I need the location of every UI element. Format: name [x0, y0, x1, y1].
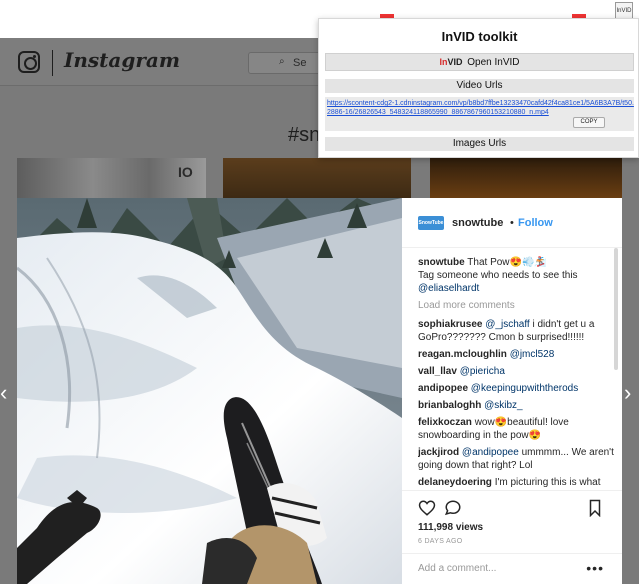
video-urls-header: Video Urls — [325, 79, 634, 93]
search-input[interactable]: ⌕ Se — [248, 52, 326, 74]
comment-username[interactable]: andipopee — [418, 383, 468, 394]
caption-text: That Pow😍💨🏂 — [467, 257, 547, 268]
comment-icon[interactable] — [444, 499, 462, 517]
list-item: reagan.mcloughlin @jmcl528 — [418, 348, 614, 361]
comment-username[interactable]: delaneydoering — [418, 477, 492, 488]
view-count[interactable]: 111,998 views — [418, 522, 483, 533]
bookmark-icon[interactable] — [588, 499, 602, 517]
comment-mention[interactable]: @piericha — [460, 366, 505, 377]
list-item: felixkoczan wow😍beautiful! love snowboar… — [418, 416, 614, 442]
comment-mention[interactable]: @keepingupwiththerods — [471, 383, 578, 394]
comment-username[interactable]: brianbaloghh — [418, 400, 481, 411]
comment-username[interactable]: snowtube — [418, 257, 465, 268]
open-invid-label: Open InVID — [467, 57, 520, 68]
next-post-arrow[interactable]: › — [624, 380, 631, 406]
invid-popup: InVID toolkit InVID Open InVID Video Url… — [318, 18, 639, 158]
post-actions: 111,998 views 6 DAYS AGO Add a comment..… — [402, 490, 622, 584]
comment-mention[interactable]: @skibz_ — [484, 400, 523, 411]
add-comment-placeholder: Add a comment... — [418, 563, 497, 574]
list-item: jackjirod @andipopee ummmm... We aren't … — [418, 446, 614, 472]
search-placeholder: Se — [293, 57, 307, 69]
comment-mention[interactable]: @andipopee — [462, 447, 519, 458]
separator-dot: • — [510, 217, 514, 229]
previous-post-arrow[interactable]: ‹ — [0, 380, 7, 406]
comment-mention[interactable]: @jmcl528 — [510, 349, 555, 360]
grid-thumbnail[interactable] — [430, 158, 622, 198]
comments-list: snowtube That Pow😍💨🏂 Tag someone who nee… — [418, 256, 614, 488]
video-url-box: https://scontent-cdg2-1.cdninstagram.com… — [325, 97, 634, 131]
comment-username[interactable]: vall_llav — [418, 366, 457, 377]
post-date[interactable]: 6 DAYS AGO — [418, 538, 463, 545]
avatar[interactable]: SnowTube — [418, 216, 444, 230]
heart-icon[interactable] — [418, 499, 436, 517]
instagram-camera-icon[interactable] — [18, 51, 40, 73]
comment-username[interactable]: jackjirod — [418, 447, 459, 458]
images-urls-header: Images Urls — [325, 137, 634, 151]
post-username-link[interactable]: snowtube — [452, 217, 503, 229]
caption-mention[interactable]: @eliaselhardt — [418, 283, 479, 294]
invid-logo-icon: InVID — [439, 57, 463, 67]
list-item: vall_llav @piericha — [418, 365, 614, 378]
more-options-icon[interactable]: ••• — [586, 560, 604, 576]
comment-username[interactable]: reagan.mcloughlin — [418, 349, 507, 360]
comment-username[interactable]: felixkoczan — [418, 417, 472, 428]
open-invid-button[interactable]: InVID Open InVID — [325, 53, 634, 71]
post-header: SnowTube snowtube • Follow — [402, 198, 622, 248]
load-more-comments-link[interactable]: Load more comments — [418, 299, 614, 312]
copy-button[interactable]: COPY — [573, 117, 605, 128]
add-comment-field[interactable]: Add a comment... ••• — [402, 553, 622, 584]
post-video[interactable] — [17, 198, 402, 584]
post-details-panel: SnowTube snowtube • Follow snowtube That… — [402, 198, 622, 584]
list-item: sophiakrusee @_jschaff i didn't get u a … — [418, 318, 614, 344]
hashtag-title: #sn — [288, 124, 321, 146]
comments-scrollbar[interactable] — [614, 248, 618, 370]
caption-text-line2: Tag someone who needs to see this — [418, 270, 578, 281]
list-item: brianbaloghh @skibz_ — [418, 399, 614, 412]
list-item: andipopee @keepingupwiththerods — [418, 382, 614, 395]
snowboard-scene-image — [17, 198, 402, 584]
list-item: delaneydoering I'm picturing this is wha… — [418, 476, 614, 488]
search-icon: ⌕ — [279, 56, 285, 67]
instagram-wordmark[interactable]: Instagram — [64, 48, 180, 72]
popup-title: InVID toolkit — [441, 29, 518, 44]
video-url-link[interactable]: https://scontent-cdg2-1.cdninstagram.com… — [327, 99, 635, 117]
follow-button[interactable]: Follow — [518, 217, 553, 229]
header-divider — [52, 50, 53, 76]
grid-thumbnail[interactable] — [223, 158, 411, 198]
comment-username[interactable]: sophiakrusee — [418, 319, 482, 330]
comment-mention[interactable]: @_jschaff — [485, 319, 529, 330]
thumbnail-text: IO — [178, 164, 193, 180]
caption: snowtube That Pow😍💨🏂 Tag someone who nee… — [418, 256, 614, 295]
